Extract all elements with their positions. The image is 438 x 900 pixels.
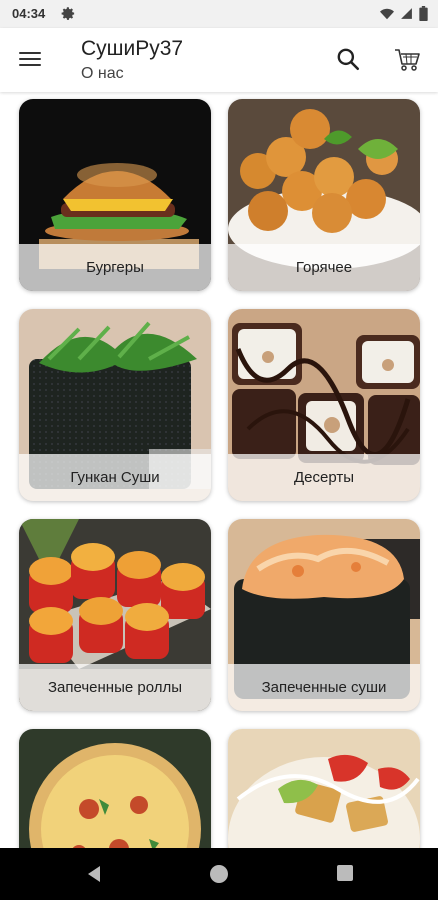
category-label: Горячее xyxy=(228,244,420,291)
wifi-icon xyxy=(380,8,394,19)
gear-icon xyxy=(61,7,75,20)
category-label: Гункан Суши xyxy=(19,454,211,501)
shopping-cart-icon[interactable] xyxy=(392,44,422,74)
signal-icon xyxy=(401,8,412,19)
app-bar: СушиРу37 О нас xyxy=(0,28,438,92)
hamburger-menu-icon[interactable] xyxy=(19,46,45,72)
status-indicators xyxy=(380,6,428,21)
battery-icon xyxy=(419,6,428,21)
category-label: Десерты xyxy=(228,454,420,501)
pizza-image xyxy=(19,729,211,848)
category-card-hot[interactable]: Горячее xyxy=(228,99,420,291)
status-time: 04:34 xyxy=(12,6,46,21)
app-subtitle[interactable]: О нас xyxy=(81,65,124,83)
status-bar: 04:34 xyxy=(0,0,438,28)
category-card-salad[interactable] xyxy=(228,729,420,848)
app-title: СушиРу37 xyxy=(81,37,184,60)
category-card-desserts[interactable]: Десерты xyxy=(228,309,420,501)
category-card-baked-rolls[interactable]: Запеченные роллы xyxy=(19,519,211,711)
system-nav-bar xyxy=(0,848,438,900)
home-icon[interactable] xyxy=(210,865,228,883)
category-label: Запеченные суши xyxy=(228,664,420,711)
category-card-baked-sushi[interactable]: Запеченные суши xyxy=(228,519,420,711)
category-card-burgers[interactable]: Бургеры xyxy=(19,99,211,291)
category-label: Бургеры xyxy=(19,244,211,291)
back-icon[interactable] xyxy=(85,865,103,883)
recent-apps-icon[interactable] xyxy=(337,865,353,881)
category-label: Запеченные роллы xyxy=(19,664,211,711)
search-icon[interactable] xyxy=(335,46,361,72)
category-card-pizza[interactable] xyxy=(19,729,211,848)
category-card-gunkan[interactable]: Гункан Суши xyxy=(19,309,211,501)
category-grid: Бургеры Горячее Гункан Суши Десерты Запе… xyxy=(0,92,438,848)
salad-image xyxy=(228,729,420,848)
